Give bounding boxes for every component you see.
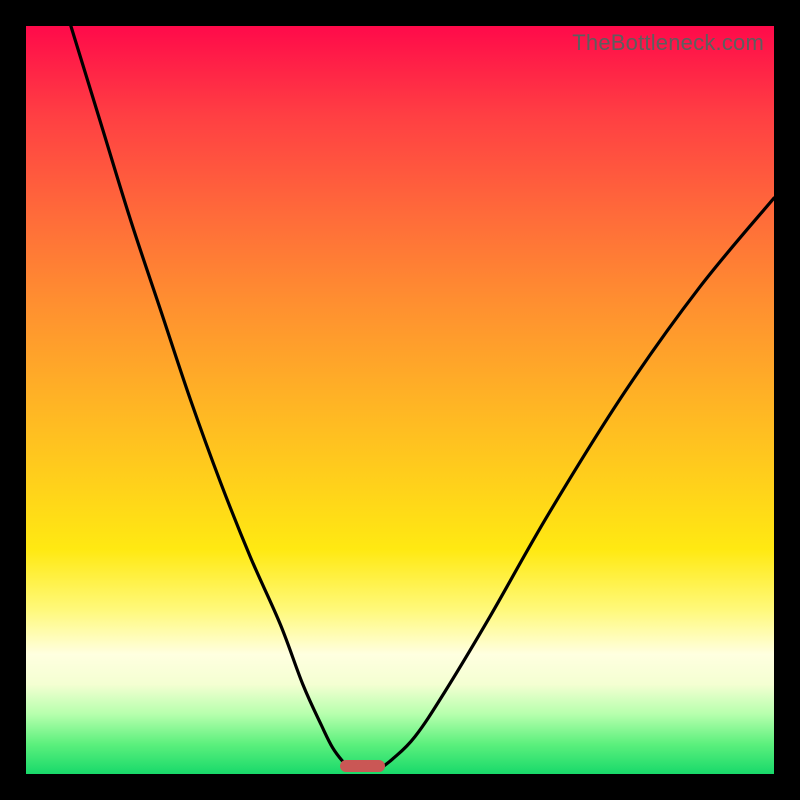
plot-area: TheBottleneck.com [26,26,774,774]
curves-layer [26,26,774,774]
bottleneck-marker [340,760,385,772]
right-curve-path [378,198,774,770]
left-curve-path [71,26,352,770]
